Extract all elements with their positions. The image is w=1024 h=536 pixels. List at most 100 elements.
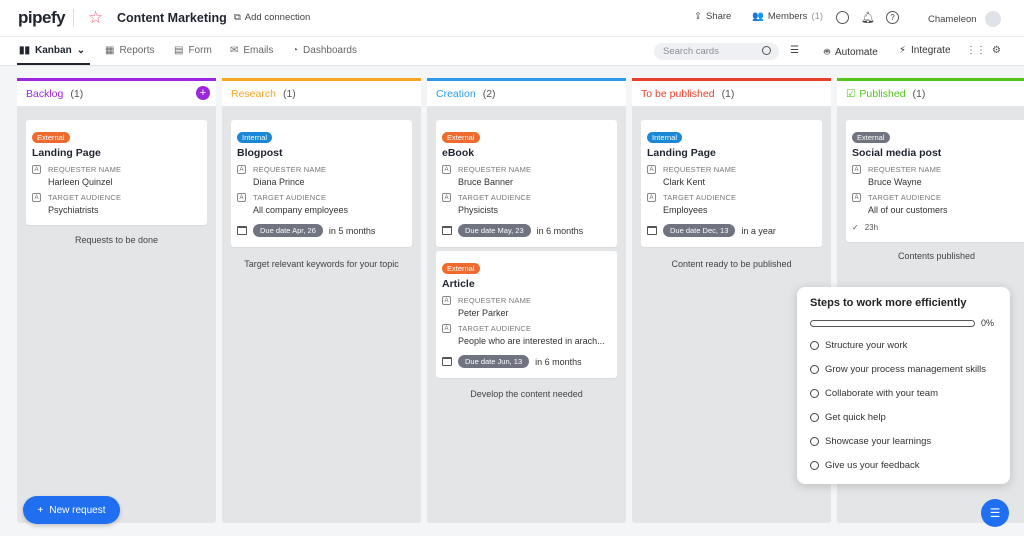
view-nav: ▮▮ Kanban ⌄ ▦ Reports ▤ Form ✉ Emails ◔ Dash… xyxy=(0,37,1024,66)
help-icon[interactable]: ? xyxy=(886,11,899,24)
avatar xyxy=(984,11,1001,27)
tab-reports[interactable]: ▦ Reports xyxy=(105,45,154,56)
requester-value: Peter Parker xyxy=(458,308,509,318)
due-date-badge: Due date Dec, 13 xyxy=(663,224,736,237)
add-connection-button[interactable]: ⧉ Add connection xyxy=(234,12,310,23)
requester-field: A REQUESTER NAME Peter Parker xyxy=(442,296,610,318)
requester-field: A REQUESTER NAME Clark Kent xyxy=(647,165,815,187)
card[interactable]: Internal Blogpost A REQUESTER NAME Diana Pri… xyxy=(231,120,412,247)
column-header: Research (1) xyxy=(222,78,421,106)
calendar-icon xyxy=(647,226,657,235)
audience-value: All of our customers xyxy=(868,205,948,215)
tab-emails[interactable]: ✉ Emails xyxy=(230,45,273,56)
done-time: 23h xyxy=(864,223,879,232)
step-item[interactable]: Structure your work xyxy=(810,333,997,357)
card[interactable]: Internal Landing Page A REQUESTER NAME Clark… xyxy=(641,120,822,247)
audience-field: A TARGET AUDIENCE Employees xyxy=(647,193,815,215)
list-menu-icon[interactable]: ☰ xyxy=(981,499,1009,527)
audience-field: A TARGET AUDIENCE Physicists xyxy=(442,193,610,215)
column-header: To be published (1) xyxy=(632,78,831,106)
members-button[interactable]: 👥 Members (1) xyxy=(752,11,823,22)
requester-label: REQUESTER NAME xyxy=(868,165,942,174)
tab-emails-label: Emails xyxy=(243,45,274,56)
audience-label: TARGET AUDIENCE xyxy=(253,193,327,202)
chevron-down-icon: ⌄ xyxy=(76,45,86,56)
done-row: ✓ 23h xyxy=(852,223,1020,232)
column-title[interactable]: Backlog xyxy=(26,88,63,100)
tab-dashboards-label: Dashboards xyxy=(303,45,357,56)
audience-value: Physicists xyxy=(458,205,499,215)
card[interactable]: External Article A REQUESTER NAME Peter Park… xyxy=(436,251,617,378)
field-icon: A xyxy=(32,193,41,202)
tab-kanban-label: Kanban xyxy=(35,45,72,56)
column-count: (2) xyxy=(482,87,496,100)
card[interactable]: External Social media post A REQUESTER NAME… xyxy=(846,120,1024,242)
tab-form[interactable]: ▤ Form xyxy=(174,45,212,56)
history-icon[interactable] xyxy=(836,11,849,24)
new-request-button[interactable]: + New request xyxy=(23,496,120,524)
star-icon[interactable]: ☆ xyxy=(88,8,103,28)
filter-icon[interactable]: ☰ xyxy=(790,45,799,56)
requester-label: REQUESTER NAME xyxy=(663,165,737,174)
progress-percent: 0% xyxy=(981,318,995,328)
card-title: Social media post xyxy=(852,147,942,159)
column-description: Content ready to be published xyxy=(671,259,792,269)
audience-field: A TARGET AUDIENCE People who are intereste… xyxy=(442,324,610,346)
check-icon: ✓ xyxy=(852,223,859,232)
search-placeholder: Search cards xyxy=(663,46,719,57)
automate-button[interactable]: 🤖︎ Automate xyxy=(824,45,878,59)
due-date-badge: Due date Apr, 26 xyxy=(253,224,323,237)
column-title[interactable]: To be published xyxy=(641,88,715,100)
circle-icon xyxy=(810,340,819,350)
step-item[interactable]: Showcase your learnings xyxy=(810,429,997,453)
share-label: Share xyxy=(705,11,732,22)
user-name: Chameleon xyxy=(928,13,977,25)
tab-kanban[interactable]: ▮▮ Kanban ⌄ xyxy=(19,45,85,56)
step-label: Grow your process management skills xyxy=(825,363,987,375)
integrate-label: Integrate xyxy=(911,45,951,56)
column-title[interactable]: Research xyxy=(231,88,276,100)
tab-reports-label: Reports xyxy=(119,45,155,56)
card[interactable]: External Landing Page A REQUESTER NAME Harle… xyxy=(26,120,207,225)
pipefy-logo[interactable]: pipefy xyxy=(18,8,66,28)
audience-label: TARGET AUDIENCE xyxy=(48,193,122,202)
requester-label: REQUESTER NAME xyxy=(253,165,327,174)
progress-bar xyxy=(810,319,975,327)
step-label: Showcase your learnings xyxy=(825,435,932,447)
step-item[interactable]: Give us your feedback xyxy=(810,453,997,477)
due-date-badge: Due date Jun, 13 xyxy=(458,355,530,368)
requester-label: REQUESTER NAME xyxy=(458,165,532,174)
connection-icon: ⧉ xyxy=(234,12,241,23)
field-icon: A xyxy=(237,165,246,174)
card-tag: Internal xyxy=(237,132,273,143)
members-count: (1) xyxy=(811,11,824,22)
robot-icon: 🤖︎ xyxy=(824,47,830,58)
kanban-icon: ▮▮ xyxy=(19,45,31,56)
step-item[interactable]: Get quick help xyxy=(810,405,997,429)
settings-gear-icon[interactable]: ⚙ xyxy=(992,45,1001,56)
bell-icon[interactable]: 🔔︎ xyxy=(861,11,875,24)
card-tag: External xyxy=(852,132,890,143)
requester-field: A REQUESTER NAME Bruce Banner xyxy=(442,165,610,187)
step-item[interactable]: Collaborate with your team xyxy=(810,381,997,405)
onboarding-steps-panel: Steps to work more efficiently 0% Struct… xyxy=(797,287,1010,484)
tab-dashboards[interactable]: ◔ Dashboards xyxy=(292,45,357,56)
column-2: Creation (2) External eBook A REQUESTER NAME B… xyxy=(427,78,626,523)
card[interactable]: External eBook A REQUESTER NAME Bruce Banner… xyxy=(436,120,617,247)
circle-icon xyxy=(810,388,819,398)
share-button[interactable]: ⇪ Share xyxy=(694,11,731,22)
apps-grid-icon[interactable]: ⋮⋮ xyxy=(966,45,986,56)
check-square-icon: ☑ xyxy=(846,87,856,100)
add-card-icon[interactable]: + xyxy=(196,86,210,100)
mail-icon: ✉ xyxy=(230,45,239,56)
search-input[interactable]: Search cards xyxy=(654,43,779,60)
column-title[interactable]: Published xyxy=(859,88,905,100)
integrate-button[interactable]: ⚡︎ Integrate xyxy=(899,45,951,56)
page-title: Content Marketing xyxy=(117,11,227,25)
step-item[interactable]: Grow your process management skills xyxy=(810,357,997,381)
automate-label: Automate xyxy=(835,46,878,58)
user-menu[interactable]: Chameleon xyxy=(928,11,1001,27)
dashboard-icon: ◔ xyxy=(292,45,299,56)
step-label: Collaborate with your team xyxy=(825,387,938,399)
column-title[interactable]: Creation xyxy=(436,88,476,100)
